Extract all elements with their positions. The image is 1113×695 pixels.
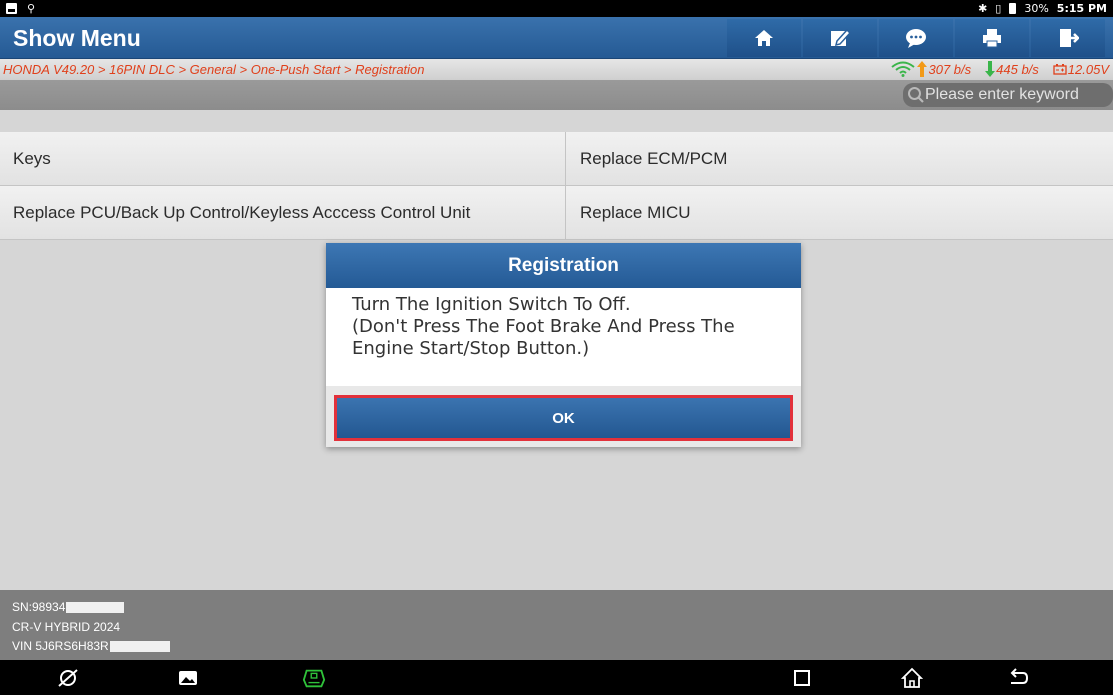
vehicle-info-footer: SN:98934 CR-V HYBRID 2024 VIN 5J6RS6H83R — [0, 590, 1113, 660]
print-icon — [983, 29, 1001, 48]
recents-button[interactable] — [790, 667, 814, 689]
dialog-message: Turn The Ignition Switch To Off. (Don't … — [352, 294, 735, 359]
dialog-title: Registration — [326, 243, 801, 288]
usb-icon: ⚲ — [27, 3, 36, 15]
message-button[interactable] — [879, 19, 953, 57]
app-title-bar: Show Menu — [0, 17, 1113, 59]
exit-button[interactable] — [1031, 19, 1105, 57]
menu-item-keys[interactable]: Keys — [0, 132, 566, 185]
menu-row: Replace PCU/Back Up Control/Keyless Accc… — [0, 186, 1113, 240]
recents-icon — [794, 670, 810, 686]
home-nav-button[interactable] — [900, 667, 924, 689]
back-icon — [1010, 668, 1029, 684]
vibrate-icon: ▯ — [995, 2, 1002, 15]
image-notification-icon — [6, 3, 17, 14]
android-nav-bar — [0, 660, 1113, 695]
search-input[interactable] — [925, 86, 1111, 104]
clock: 5:15 PM — [1056, 2, 1107, 15]
voltage: 12.05V — [1067, 61, 1109, 77]
battery-percent: 30% — [1024, 2, 1049, 15]
battery-icon — [1009, 3, 1017, 14]
vci-icon — [302, 669, 326, 688]
search-icon — [908, 87, 924, 103]
network-status: 307 b/s 445 b/s 12.05V — [890, 61, 1109, 77]
ok-button[interactable]: OK — [334, 395, 793, 441]
battery-voltage-icon — [1053, 64, 1067, 75]
download-arrow-icon — [985, 61, 996, 77]
print-button[interactable] — [955, 19, 1029, 57]
vehicle-model: CR-V HYBRID 2024 — [12, 620, 121, 634]
vci-button[interactable] — [302, 667, 326, 689]
breadcrumb: HONDA V49.20 > 16PIN DLC > General > One… — [3, 62, 425, 77]
upload-arrow-icon — [917, 61, 928, 77]
serial-number: SN:98934 — [12, 600, 66, 614]
back-button[interactable] — [1006, 667, 1030, 689]
vin-number: VIN 5J6RS6H83R — [12, 639, 109, 653]
browser-button[interactable] — [56, 667, 80, 689]
download-speed: 445 b/s — [996, 61, 1039, 77]
menu-item-replace-pcu[interactable]: Replace PCU/Back Up Control/Keyless Accc… — [0, 186, 566, 239]
browser-icon — [58, 669, 78, 687]
home-nav-icon — [901, 667, 923, 688]
edit-report-button[interactable] — [803, 19, 877, 57]
bluetooth-icon: ✱ — [978, 2, 988, 15]
message-icon — [906, 29, 926, 48]
page-title: Show Menu — [13, 25, 141, 51]
function-menu: Keys Replace ECM/PCM Replace PCU/Back Up… — [0, 132, 1113, 240]
search-box[interactable] — [903, 83, 1113, 107]
menu-row: Keys Replace ECM/PCM — [0, 132, 1113, 186]
menu-item-replace-ecm-pcm[interactable]: Replace ECM/PCM — [566, 132, 1113, 185]
gallery-button[interactable] — [176, 667, 200, 689]
redacted-block — [66, 601, 125, 613]
breadcrumb-bar: HONDA V49.20 > 16PIN DLC > General > One… — [0, 59, 1113, 80]
wifi-icon — [891, 61, 916, 77]
dialog-footer: OK — [326, 386, 801, 447]
upload-speed: 307 b/s — [928, 61, 972, 77]
menu-item-replace-micu[interactable]: Replace MICU — [566, 186, 1113, 239]
exit-icon — [1060, 29, 1079, 47]
home-button[interactable] — [727, 19, 801, 57]
registration-dialog: Registration Turn The Ignition Switch To… — [326, 243, 801, 447]
gallery-icon — [179, 671, 197, 685]
home-icon — [755, 30, 773, 46]
android-status-bar: ⚲ ✱ ▯ 30% 5:15 PM — [0, 0, 1113, 17]
search-bar — [0, 80, 1113, 110]
redacted-block — [109, 640, 170, 652]
edit-report-icon — [831, 28, 851, 47]
